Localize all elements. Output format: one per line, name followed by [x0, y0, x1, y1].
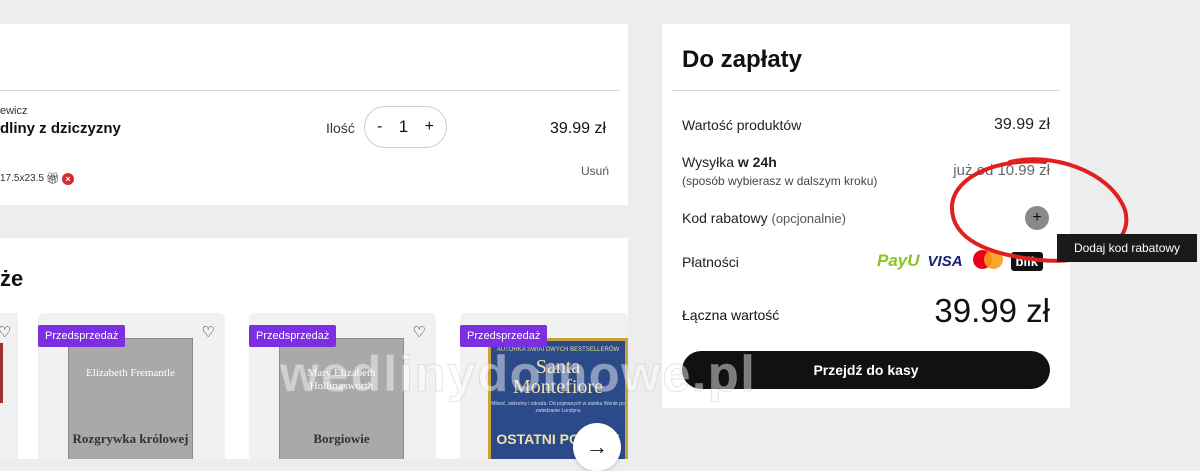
shipping-note: (sposób wybierasz w dalszym kroku): [682, 174, 878, 188]
discount-text: Kod rabatowy: [682, 210, 768, 226]
product-author: ewicz: [0, 105, 28, 117]
section-title: że: [0, 266, 24, 291]
book-cover: Elizabeth Fremantle Rozgrywka królowej: [68, 338, 193, 459]
heart-icon[interactable]: ♡: [202, 323, 215, 341]
line-price: 39.99 zł: [550, 120, 607, 137]
shipping-speed: w 24h: [737, 154, 777, 170]
decrease-button[interactable]: -: [377, 118, 382, 136]
quantity-label: Ilość: [326, 120, 355, 136]
divider: [0, 90, 620, 91]
presale-badge: Przedsprzedaż: [249, 325, 337, 347]
heart-icon[interactable]: ♡: [0, 323, 11, 341]
total-value: 39.99 zł: [934, 292, 1050, 329]
product-dimensions: 17.5x23.5 🎁︎ ×: [0, 172, 74, 185]
payu-logo: PayU: [877, 251, 920, 270]
payments-label: Płatności: [682, 254, 739, 270]
dimensions-text: 17.5x23.5: [0, 173, 44, 184]
watermark: wedlinydomowe.pl: [279, 346, 757, 403]
products-value-label: Wartość produktów: [682, 117, 802, 133]
product-title[interactable]: dliny z dziczyzny: [0, 120, 121, 137]
gift-icon[interactable]: 🎁︎: [46, 172, 60, 185]
book-card-partial[interactable]: ♡: [0, 313, 18, 459]
next-arrow-icon[interactable]: →: [573, 423, 621, 471]
discount-optional: (opcjonalnie): [771, 211, 846, 226]
remove-link[interactable]: Usuń: [581, 164, 609, 178]
book-cover: [0, 343, 3, 403]
remove-gift-icon[interactable]: ×: [61, 172, 74, 185]
discount-tooltip: Dodaj kod rabatowy: [1057, 234, 1197, 262]
presale-badge: Przedsprzedaż: [38, 325, 126, 347]
increase-button[interactable]: +: [425, 118, 434, 136]
discount-label: Kod rabatowy (opcjonalnie): [682, 210, 846, 226]
products-value: 39.99 zł: [993, 116, 1050, 133]
book-author: Elizabeth Fremantle: [86, 367, 175, 379]
cart-item-card: ewicz dliny z dziczyzny 17.5x23.5 🎁︎ × I…: [0, 24, 628, 205]
heart-icon[interactable]: ♡: [413, 323, 426, 341]
book-card[interactable]: Elizabeth Fremantle Rozgrywka królowej P…: [38, 313, 225, 459]
summary-title: Do zapłaty: [682, 46, 803, 73]
book-blurb: Miłość, sekretny i zdrada. Od pojmanych …: [491, 401, 625, 414]
book-title: Borgiowie: [313, 431, 370, 446]
presale-badge: Przedsprzedaż: [460, 325, 548, 347]
total-label: Łączna wartość: [682, 307, 780, 323]
shipping-text: Wysyłka: [682, 154, 734, 170]
quantity-stepper: - 1 +: [364, 106, 447, 148]
book-title: Rozgrywka królowej: [72, 431, 189, 446]
shipping-label: Wysyłka w 24h: [682, 154, 777, 170]
quantity-value[interactable]: 1: [399, 117, 408, 137]
divider: [672, 90, 1060, 91]
